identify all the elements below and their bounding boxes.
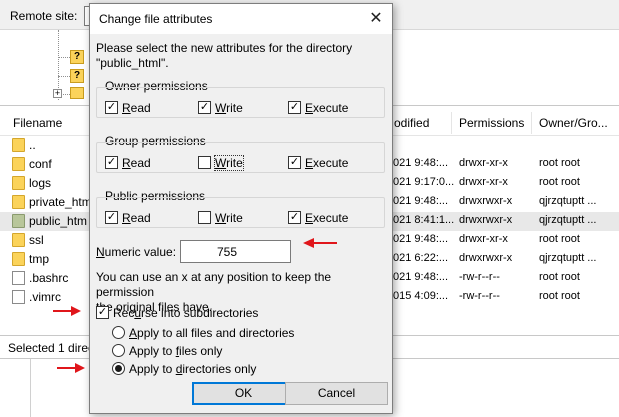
group-read-label[interactable]: Read xyxy=(122,156,151,170)
file-owner: root root xyxy=(539,233,580,245)
close-icon[interactable]: ✕ xyxy=(362,6,390,32)
file-permissions: drwxrwxr-x xyxy=(459,214,513,226)
public-read-label[interactable]: Read xyxy=(122,211,151,225)
apply-files-radio[interactable] xyxy=(112,344,125,357)
file-name: private_htm xyxy=(29,195,92,209)
group-execute-checkbox[interactable]: ✓ xyxy=(288,156,301,169)
file-name: tmp xyxy=(29,252,50,266)
column-separator[interactable] xyxy=(451,112,452,134)
file-modified: 021 6:22:... xyxy=(393,252,449,264)
folder-icon xyxy=(12,138,25,152)
owner-write-checkbox[interactable]: ✓ xyxy=(198,101,211,114)
file-owner: qjrzqtuptt ... xyxy=(539,214,597,226)
dialog-titlebar[interactable]: Change file attributes ✕ xyxy=(90,4,392,34)
apply-all-label[interactable]: Apply to all files and directories xyxy=(129,326,294,340)
file-modified: 021 9:17:0... xyxy=(393,176,455,188)
file-owner: qjrzqtuptt ... xyxy=(539,252,597,264)
file-modified: 021 8:41:1... xyxy=(393,214,455,226)
file-name: ssl xyxy=(29,233,44,247)
file-owner: root root xyxy=(539,271,580,283)
file-name: .bashrc xyxy=(29,271,69,285)
public-write-label[interactable]: Write xyxy=(215,211,243,225)
owner-execute-checkbox[interactable]: ✓ xyxy=(288,101,301,114)
file-modified: 015 4:09:... xyxy=(393,290,449,302)
pane-divider xyxy=(30,359,31,417)
file-owner: root root xyxy=(539,176,580,188)
ok-button[interactable]: OK xyxy=(192,382,295,405)
public-execute-label[interactable]: Execute xyxy=(305,211,348,225)
file-permissions: drwxr-xr-x xyxy=(459,233,508,245)
file-modified: 021 9:48:... xyxy=(393,271,449,283)
file-permissions: drwxr-xr-x xyxy=(459,157,508,169)
folder-link-icon xyxy=(12,214,25,228)
tree-line xyxy=(58,76,70,77)
file-name: conf xyxy=(29,157,52,171)
intro-line: Please select the new attributes for the… xyxy=(96,41,353,55)
owner-execute-label[interactable]: Execute xyxy=(305,101,348,115)
file-permissions: drwxrwxr-x xyxy=(459,195,513,207)
column-owner[interactable]: Owner/Gro... xyxy=(539,116,608,130)
file-permissions: drwxr-xr-x xyxy=(459,176,508,188)
annotation-arrow-icon xyxy=(53,306,81,316)
folder-icon[interactable] xyxy=(70,87,84,99)
numeric-value-input[interactable]: 755 xyxy=(180,240,291,263)
tree-line xyxy=(58,57,70,58)
file-modified: 021 9:48:... xyxy=(393,233,449,245)
apply-directories-label[interactable]: Apply to directories only xyxy=(129,362,256,376)
numeric-value-label: Numeric value: xyxy=(96,245,177,259)
apply-all-radio[interactable] xyxy=(112,326,125,339)
column-separator[interactable] xyxy=(531,112,532,134)
annotation-arrow-icon xyxy=(303,238,337,248)
cancel-button[interactable]: Cancel xyxy=(285,382,388,405)
file-modified: 021 9:48:... xyxy=(393,195,449,207)
file-owner: root root xyxy=(539,290,580,302)
recurse-subdirectories-label[interactable]: Recurse into subdirectories xyxy=(113,306,258,320)
unknown-folder-icon[interactable]: ? xyxy=(70,69,84,83)
file-name: public_htm xyxy=(29,214,88,228)
file-name: .vimrc xyxy=(29,290,61,304)
owner-read-checkbox[interactable]: ✓ xyxy=(105,101,118,114)
annotation-arrow-icon xyxy=(57,363,85,373)
group-execute-label[interactable]: Execute xyxy=(305,156,348,170)
remote-site-label: Remote site: xyxy=(10,9,78,23)
owner-write-label[interactable]: Write xyxy=(215,101,243,115)
folder-icon xyxy=(12,252,25,266)
file-owner: qjrzqtuptt ... xyxy=(539,195,597,207)
dialog-intro: Please select the new attributes for the… xyxy=(96,41,386,71)
column-filename[interactable]: Filename xyxy=(13,116,62,130)
folder-icon xyxy=(12,195,25,209)
group-read-checkbox[interactable]: ✓ xyxy=(105,156,118,169)
file-permissions: -rw-r--r-- xyxy=(459,290,500,302)
unknown-folder-icon[interactable]: ? xyxy=(70,50,84,64)
public-execute-checkbox[interactable]: ✓ xyxy=(288,211,301,224)
tree-expand-icon[interactable]: + xyxy=(53,89,62,98)
intro-directory-name: "public_html". xyxy=(96,56,169,70)
public-read-checkbox[interactable]: ✓ xyxy=(105,211,118,224)
file-name: .. xyxy=(29,138,36,152)
owner-read-label[interactable]: Read xyxy=(122,101,151,115)
folder-icon xyxy=(12,233,25,247)
file-icon xyxy=(12,290,25,304)
recurse-subdirectories-checkbox[interactable]: ✓ xyxy=(96,306,109,319)
group-write-checkbox[interactable] xyxy=(198,156,211,169)
file-icon xyxy=(12,271,25,285)
hint-line: You can use an x at any position to keep… xyxy=(96,270,332,299)
dialog-title: Change file attributes xyxy=(99,12,213,26)
apply-files-label[interactable]: Apply to files only xyxy=(129,344,222,358)
change-file-attributes-dialog: Change file attributes ✕ Please select t… xyxy=(89,3,393,414)
column-permissions[interactable]: Permissions xyxy=(459,116,524,130)
public-write-checkbox[interactable] xyxy=(198,211,211,224)
status-text: Selected 1 direc xyxy=(8,341,95,355)
file-permissions: drwxrwxr-x xyxy=(459,252,513,264)
folder-icon xyxy=(12,176,25,190)
apply-directories-radio[interactable] xyxy=(112,362,125,375)
folder-icon xyxy=(12,157,25,171)
file-modified: 021 9:48:... xyxy=(393,157,449,169)
file-name: logs xyxy=(29,176,52,190)
group-write-label[interactable]: Write xyxy=(214,155,244,171)
file-owner: root root xyxy=(539,157,580,169)
column-modified[interactable]: odified xyxy=(394,116,429,130)
file-permissions: -rw-r--r-- xyxy=(459,271,500,283)
